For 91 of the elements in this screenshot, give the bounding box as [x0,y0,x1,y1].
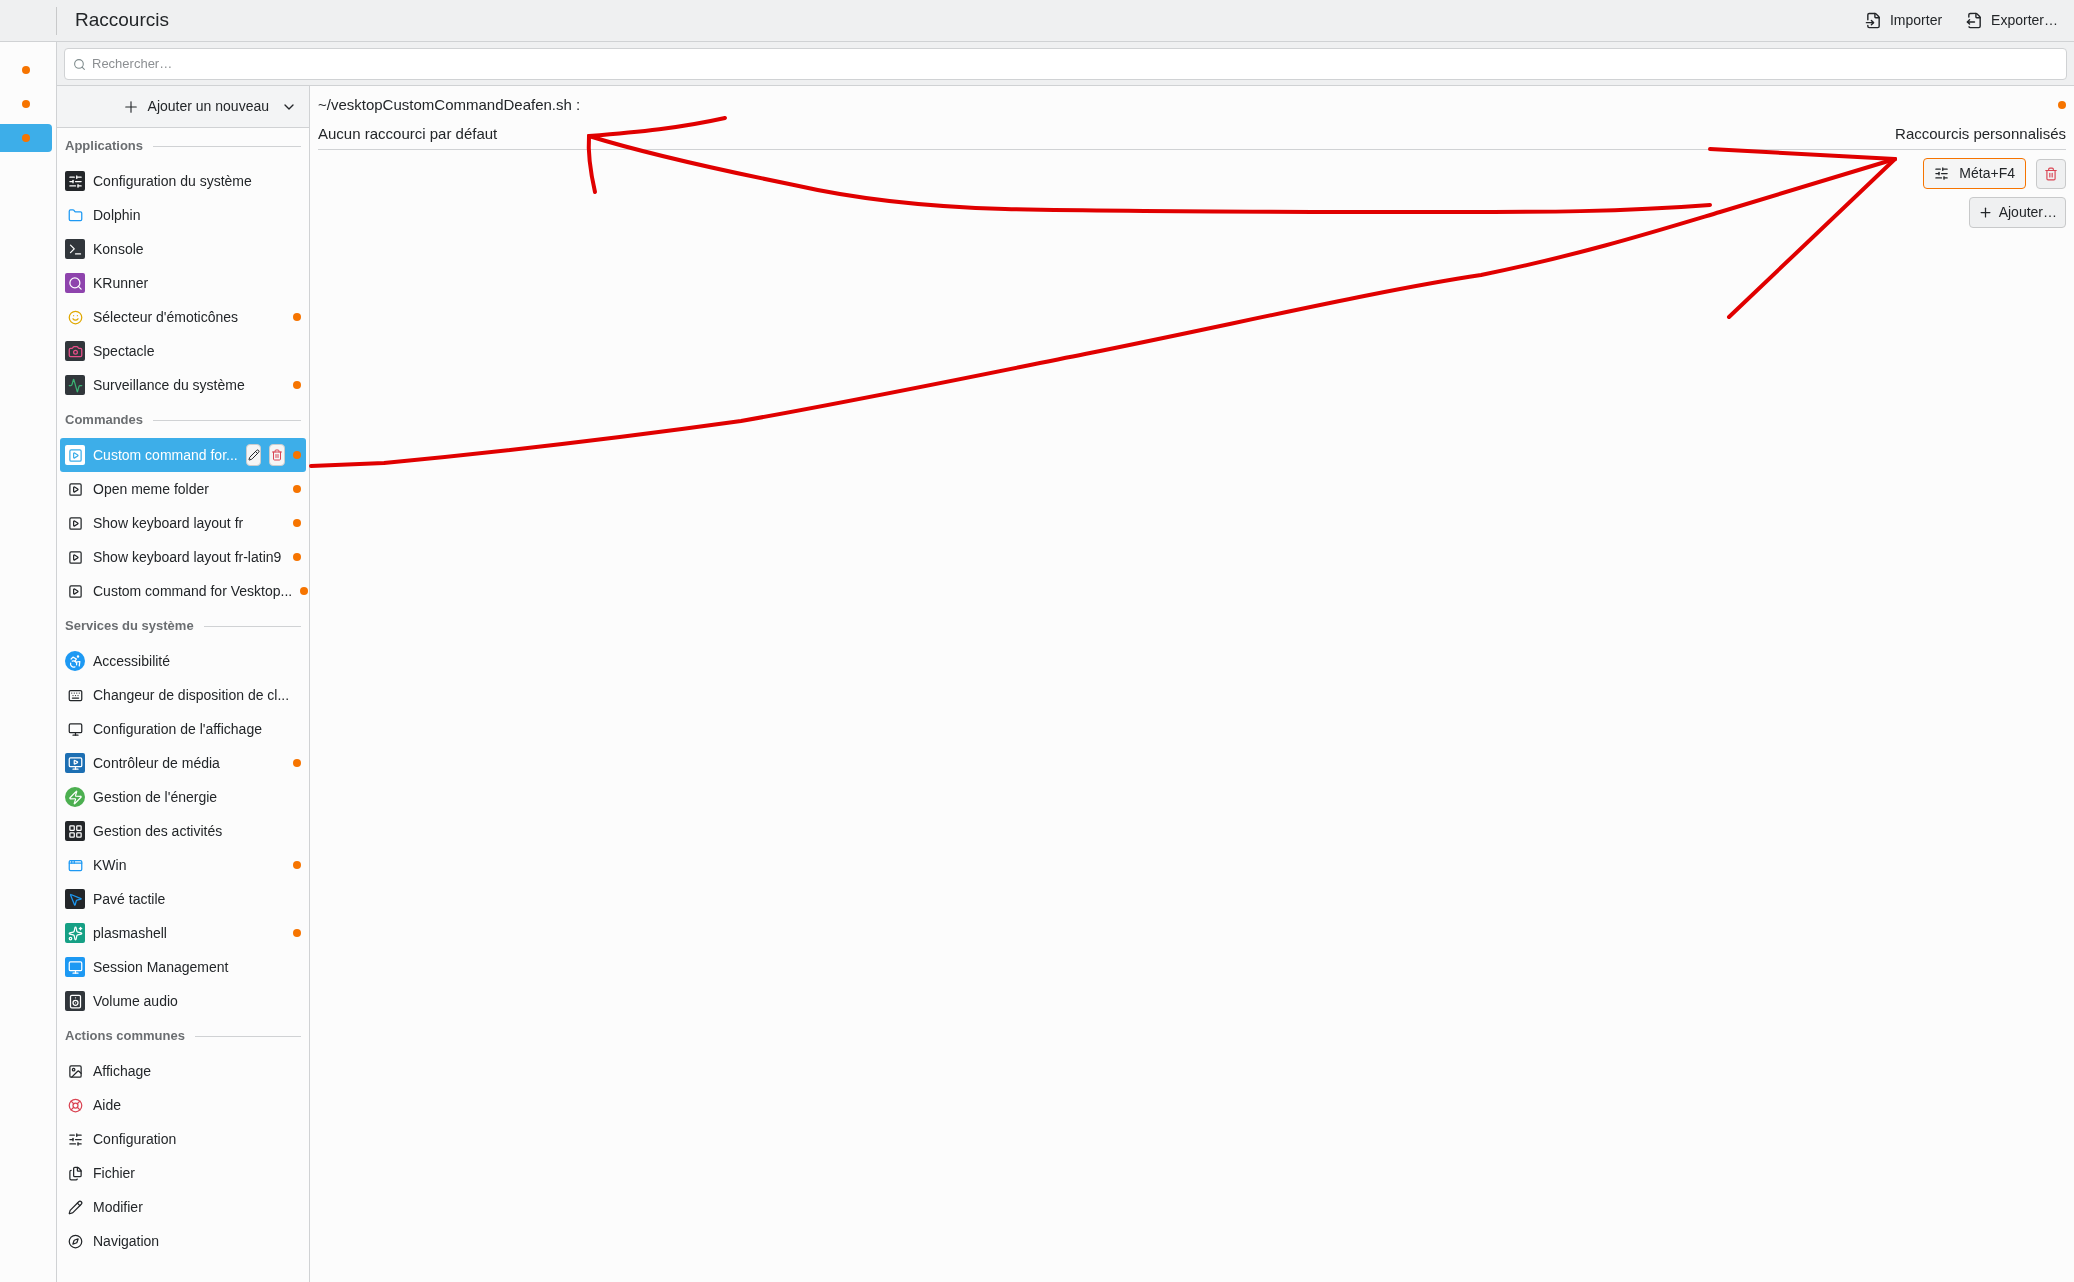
sidebar-item[interactable]: Changeur de disposition de cl... [60,678,306,712]
sidebar-item[interactable]: Fichier [60,1156,306,1190]
custom-shortcuts-heading: Raccourcis personnalisés [1895,123,2066,144]
sidebar-item[interactable]: plasmashell [60,916,306,950]
item-label: Open meme folder [93,479,210,499]
export-icon [1966,12,1984,29]
accessibility-icon [65,651,85,671]
item-label: Configuration du système [93,171,253,191]
sidebar-item[interactable]: Show keyboard layout fr [60,506,306,540]
lightning-icon [65,787,85,807]
command-path: ~/vesktopCustomCommandDeafen.sh : [318,95,582,115]
sidebar-item[interactable]: Configuration du système [60,164,306,198]
sidebar-item[interactable]: KWin [60,848,306,882]
section-heading: Actions communes [65,1027,185,1046]
speaker-icon [65,991,85,1011]
section-heading: Services du système [65,617,194,636]
item-label: Affichage [93,1061,153,1081]
sidebar-item[interactable]: Navigation [60,1224,306,1258]
chart-icon [65,375,85,395]
sidebar-item[interactable]: Sélecteur d'émoticônes [60,300,306,334]
search-field[interactable]: Rechercher… [64,47,2067,80]
item-label: plasmashell [93,923,168,943]
item-label: Modifier [93,1197,144,1217]
item-label: KRunner [93,273,150,293]
item-label: Aide [93,1095,123,1115]
sidebar-item[interactable]: Aide [60,1088,306,1122]
sidebar-item[interactable]: Pavé tactile [60,882,306,916]
plus-icon [1977,205,1993,220]
sidebar-item[interactable]: Volume audio [60,984,306,1018]
item-label: Custom command for... [93,445,238,465]
item-label: Session Management [93,957,230,977]
delete-shortcut-button[interactable] [2036,158,2066,189]
item-label: Gestion des activités [93,821,224,841]
sidebar-item[interactable]: Gestion de l'énergie [60,780,306,814]
default-shortcut-text: Aucun raccourci par défaut [318,123,498,144]
item-label: Custom command for Vesktop... [93,581,293,601]
item-label: Configuration [93,1129,178,1149]
pencil-icon [247,449,260,461]
section-heading: Commandes [65,411,144,430]
item-label: Gestion de l'énergie [93,787,219,807]
item-label: Konsole [93,239,145,259]
item-label: Changeur de disposition de cl... [93,685,290,705]
window-title: Raccourcis [75,8,170,33]
item-label: Sélecteur d'émoticônes [93,307,240,327]
window-play-icon [65,445,85,465]
media-player-icon [65,753,85,773]
sidebar-item[interactable]: Session Management [60,950,306,984]
search-icon [65,273,85,293]
sidebar-item[interactable]: Configuration de l'affichage [60,712,306,746]
item-label: Navigation [93,1231,161,1251]
sidebar-item[interactable]: Open meme folder [60,472,306,506]
sidebar-item[interactable]: Configuration [60,1122,306,1156]
sidebar-item[interactable]: Modifier [60,1190,306,1224]
sidebar-item[interactable]: Surveillance du système [60,368,306,402]
search-icon [73,57,86,71]
item-label: Spectacle [93,341,156,361]
edit-button[interactable] [245,444,262,466]
item-label: Dolphin [93,205,142,225]
trash-icon [2044,166,2058,181]
toolbar-button[interactable]: Exporter… [1958,10,2066,31]
add-shortcut-button[interactable]: Ajouter… [1968,197,2066,228]
toolbar-button[interactable]: Importer [1856,10,1951,31]
sidebar-item[interactable]: Dolphin [60,198,306,232]
sidebar-item[interactable]: Konsole [60,232,306,266]
sidebar-item[interactable]: Accessibilité [60,644,306,678]
sidebar-item[interactable]: Show keyboard layout fr-latin9 [60,540,306,574]
item-label: Fichier [93,1163,136,1183]
sliders-icon [65,171,85,191]
trash-icon [271,449,284,461]
camera-icon [65,341,85,361]
item-label: Accessibilité [93,651,172,671]
sidebar-item[interactable]: Spectacle [60,334,306,368]
item-label: Pavé tactile [93,889,167,909]
item-label: Show keyboard layout fr [93,513,245,533]
item-label: Surveillance du système [93,375,246,395]
sidebar-item[interactable]: Gestion des activités [60,814,306,848]
sidebar-item[interactable]: Contrôleur de média [60,746,306,780]
sidebar-item[interactable]: Affichage [60,1054,306,1088]
delete-button[interactable] [269,444,285,466]
item-label: Configuration de l'affichage [93,719,263,739]
sliders-icon [1934,166,1950,181]
sidebar-item[interactable]: Custom command for Vesktop... [60,574,306,608]
item-label: Volume audio [93,991,179,1011]
shortcut-button[interactable]: Méta+F4 [1923,158,2026,189]
item-label: Contrôleur de média [93,753,221,773]
section-heading: Applications [65,137,143,156]
item-label: KWin [93,855,128,875]
item-label: Show keyboard layout fr-latin9 [93,547,283,567]
terminal-icon [65,239,85,259]
sidebar-item[interactable]: KRunner [60,266,306,300]
import-icon [1864,12,1882,29]
